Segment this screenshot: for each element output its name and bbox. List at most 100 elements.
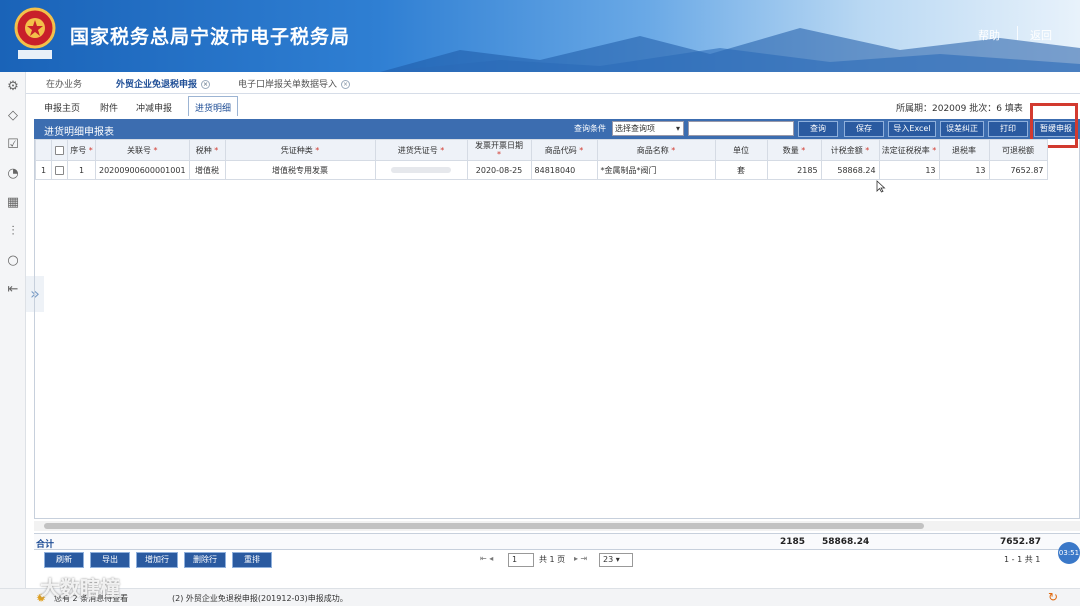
query-label: 查询条件 [574,124,606,133]
refresh-button[interactable]: 刷新 [44,552,84,568]
query-select[interactable]: 选择查询项 [612,121,684,136]
col-unit[interactable]: 单位 [714,139,768,161]
tab-declare-home[interactable]: 申报主页 [44,101,80,114]
left-rail: ⚙ ◇ ☑ ◔ ▦ ⫶ ○ ⇤ [0,72,26,606]
cell-tax[interactable]: 增值税 [188,160,226,180]
add-row-button[interactable]: 增加行 [136,552,178,568]
redacted-value [391,166,452,173]
total-amount: 58868.24 [822,537,870,547]
top-tab-bar: 在办业务 外贸企业免退税申报 × 电子口岸报关单数据导入 × [26,72,1080,94]
tax-emblem-icon [14,7,56,59]
query-button[interactable]: 查询 [798,121,838,137]
col-voucher-no[interactable]: 进货凭证号 * [374,139,468,161]
row-index: 1 [35,160,52,180]
col-tax[interactable]: 税种 * [188,139,226,161]
cell-amount[interactable]: 58868.24 [820,160,880,180]
site-header: 国家税务总局宁波市电子税务局 帮助 返回 [0,0,1080,72]
cell-name[interactable]: *金属制品*阀门 [596,160,716,180]
tab-attachments[interactable]: 附件 [100,101,118,114]
cell-seq[interactable]: 1 [67,160,96,180]
col-code[interactable]: 商品代码 * [530,139,598,161]
exit-icon[interactable]: ⇤ [6,283,20,297]
tab-label: 电子口岸报关单数据导入 [238,80,338,90]
next-page-icon[interactable]: ▸ ⇥ [574,554,587,563]
mouse-cursor-icon [876,180,886,193]
cell-refundable[interactable]: 7652.87 [988,160,1048,180]
watermark: 大数瞎橦 [40,576,120,600]
cell-refund-rate[interactable]: 13 [938,160,990,180]
col-seq[interactable]: 序号 * [67,139,96,161]
total-refundable: 7652.87 [1000,537,1041,547]
status-bar: ✹ 您有 2 条消息待查看 (2) 外贸企业免退税申报(201912-03)申报… [0,588,1080,606]
cell-voucher-no[interactable] [374,160,468,180]
close-icon[interactable]: × [201,80,211,89]
col-refund-rate[interactable]: 退税率 [938,139,990,161]
col-invoice-date[interactable]: 发票开票日期 * [466,139,532,161]
export-button[interactable]: 导出 [90,552,130,568]
section-toolbar: 进货明细申报表 查询条件 选择查询项 查询 保存 导入Excel 误差纠正 打印… [34,119,1080,139]
col-legal-rate[interactable]: 法定征税税率 * [878,139,940,161]
tab-customs-import[interactable]: 电子口岸报关单数据导入 × [238,77,351,90]
cell-qty[interactable]: 2185 [766,160,822,180]
tab-label: 外贸企业免退税申报 [116,80,198,90]
page-total: 共 1 页 [539,555,566,564]
checklist-icon[interactable]: ☑ [6,138,20,152]
mountain-banner [380,28,1080,72]
delete-row-button[interactable]: 删除行 [184,552,226,568]
horizontal-scrollbar[interactable] [34,521,1080,531]
section-title: 进货明细申报表 [44,127,114,138]
tab-offset-declare[interactable]: 冲减申报 [136,101,172,114]
page-size-select[interactable]: 23 ▾ [599,553,633,567]
print-button[interactable]: 打印 [988,121,1028,137]
settings-icon[interactable]: ⚙ [6,80,20,94]
clock-badge: 03:51 [1058,542,1080,564]
calendar-icon[interactable]: ▦ [6,196,20,210]
cell-ref[interactable]: 20200900600001001 [95,160,190,180]
cell-legal-rate[interactable]: 13 [878,160,940,180]
tab-export-refund[interactable]: 外贸企业免退税申报 × [116,77,211,90]
table-header: 序号 * 关联号 * 税种 * 凭证种类 * 进货凭证号 * 发票开票日期 * 商… [35,139,1048,161]
detail-table: 序号 * 关联号 * 税种 * 凭证种类 * 进货凭证号 * 发票开票日期 * 商… [35,139,1048,180]
data-grid: 序号 * 关联号 * 税种 * 凭证种类 * 进货凭证号 * 发票开票日期 * 商… [34,139,1080,519]
cell-invoice-date[interactable]: 2020-08-25 [466,160,532,180]
site-title: 国家税务总局宁波市电子税务局 [70,26,351,48]
select-all-checkbox[interactable] [51,139,68,161]
error-fix-button[interactable]: 误差纠正 [940,121,984,137]
page-input[interactable]: 1 [508,553,534,567]
cell-voucher-type[interactable]: 增值税专用发票 [224,160,376,180]
help-link[interactable]: 帮助 [978,27,1000,43]
cell-unit[interactable]: 套 [714,160,768,180]
search-icon[interactable]: ○ [6,254,20,268]
history-icon[interactable]: ◔ [6,167,20,181]
scroll-thumb[interactable] [44,523,924,529]
col-qty[interactable]: 数量 * [766,139,822,161]
tab-in-progress[interactable]: 在办业务 [46,77,82,90]
tab-label: 在办业务 [46,80,83,90]
first-page-icon[interactable]: ⇤ ◂ [480,554,493,563]
import-excel-button[interactable]: 导入Excel [888,121,936,137]
col-voucher-type[interactable]: 凭证种类 * [224,139,376,161]
col-amount[interactable]: 计税金额 * [820,139,880,161]
back-link[interactable]: 返回 [1030,27,1052,43]
page-size-value: 23 [603,555,614,564]
totals-label: 合计 [36,540,55,550]
col-name[interactable]: 商品名称 * [596,139,716,161]
table-row[interactable]: 1 1 20200900600001001 增值税 增值税专用发票 2020-0… [35,160,1048,180]
chart-icon[interactable]: ⫶ [6,225,20,239]
refresh-icon[interactable]: ↻ [1048,590,1058,604]
cell-code[interactable]: 84818040 [530,160,598,180]
tab-purchase-detail[interactable]: 进货明细 [188,96,239,116]
record-range: 1 - 1 共 1 [1004,555,1041,564]
query-input[interactable] [688,121,794,136]
col-ref[interactable]: 关联号 * [95,139,190,161]
row-checkbox[interactable] [51,160,68,180]
col-refundable[interactable]: 可退税额 [988,139,1048,161]
header-divider [1017,26,1018,40]
status-message: (2) 外贸企业免退税申报(201912-03)申报成功。 [172,594,348,603]
close-icon[interactable]: × [341,80,351,89]
reset-button[interactable]: 重排 [232,552,272,568]
total-qty: 2185 [780,537,806,547]
totals-row: 合计 2185 58868.24 7652.87 [34,533,1080,550]
save-button[interactable]: 保存 [844,121,884,137]
shield-icon[interactable]: ◇ [6,109,20,123]
